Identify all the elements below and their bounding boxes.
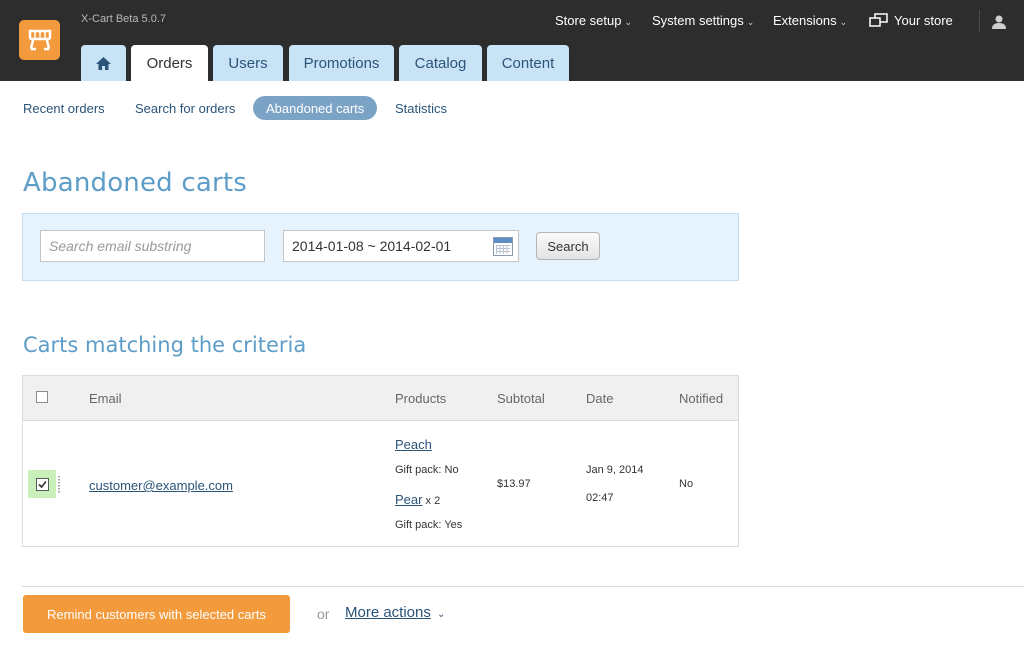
select-all-checkbox[interactable]: [36, 391, 48, 403]
or-separator: or: [317, 606, 330, 622]
calendar-icon[interactable]: [493, 237, 513, 256]
tab-promotions[interactable]: Promotions: [289, 45, 394, 81]
chevron-down-icon: ⌄: [624, 17, 633, 27]
customer-email-link[interactable]: customer@example.com: [89, 478, 233, 493]
email-search-input[interactable]: Search email substring: [40, 230, 265, 262]
cart-time: 02:47: [586, 492, 614, 504]
more-actions-button[interactable]: More actions ⌄: [345, 604, 445, 621]
notified-status: No: [679, 478, 694, 490]
tab-users[interactable]: Users: [213, 45, 283, 81]
product-quantity: x 2: [425, 495, 441, 507]
cart-date: Jan 9, 2014: [586, 464, 644, 476]
product-option: Gift pack: Yes: [395, 519, 463, 531]
subnav-abandoned-carts[interactable]: Abandoned carts: [253, 96, 378, 120]
subnav-statistics[interactable]: Statistics: [395, 96, 447, 120]
tab-catalog[interactable]: Catalog: [399, 45, 482, 81]
footer-divider: [22, 586, 1024, 587]
tab-home[interactable]: [81, 45, 126, 81]
product-option: Gift pack: No: [395, 464, 459, 476]
cart-subtotal: $13.97: [497, 478, 531, 490]
column-date: Date: [586, 391, 614, 406]
drag-handle-icon[interactable]: [58, 476, 60, 494]
more-actions-label: More actions: [345, 604, 431, 621]
search-panel: Search email substring 2014-01-08 ~ 2014…: [22, 213, 739, 281]
page-title: Abandoned carts: [23, 168, 248, 198]
nav-store-setup[interactable]: Store setup ⌄: [555, 13, 632, 31]
header-divider: [979, 10, 980, 32]
product-link-peach[interactable]: Peach: [395, 437, 432, 452]
search-button[interactable]: Search: [536, 232, 600, 260]
row-select-area: [28, 470, 56, 498]
app-version: X-Cart Beta 5.0.7: [81, 13, 166, 25]
chevron-down-icon: ⌄: [839, 17, 848, 27]
product-line-pear: Pear x 2: [395, 492, 440, 507]
carts-table: Email Products Subtotal Date Notified cu…: [22, 375, 739, 547]
date-range-input[interactable]: 2014-01-08 ~ 2014-02-01: [283, 230, 519, 262]
table-header: Email Products Subtotal Date Notified: [23, 376, 738, 421]
external-window-icon: [869, 13, 888, 27]
column-email: Email: [89, 391, 122, 406]
user-account-button[interactable]: [991, 14, 1007, 35]
nav-system-settings-label: System settings: [652, 13, 744, 28]
product-link-pear[interactable]: Pear: [395, 492, 422, 507]
checkmark-icon: [38, 480, 47, 489]
column-products: Products: [395, 391, 447, 406]
chevron-down-icon: ⌄: [746, 17, 755, 27]
nav-extensions-label: Extensions: [773, 13, 837, 28]
subnav-recent-orders[interactable]: Recent orders: [23, 96, 105, 120]
results-section-title: Carts matching the criteria: [23, 333, 307, 357]
nav-extensions[interactable]: Extensions ⌄: [773, 13, 847, 31]
date-range-value: 2014-01-08 ~ 2014-02-01: [292, 238, 452, 254]
nav-system-settings[interactable]: System settings ⌄: [652, 13, 754, 31]
nav-your-store[interactable]: Your store: [869, 13, 953, 31]
top-header: X-Cart Beta 5.0.7 Store setup ⌄ System se…: [0, 0, 1024, 82]
column-notified: Notified: [679, 391, 724, 406]
home-icon: [96, 56, 111, 70]
nav-your-store-label: Your store: [894, 13, 953, 28]
user-icon: [992, 15, 1006, 29]
xcart-logo[interactable]: [19, 20, 60, 60]
row-checkbox[interactable]: [36, 478, 49, 491]
remind-customers-button[interactable]: Remind customers with selected carts: [23, 595, 290, 633]
nav-store-setup-label: Store setup: [555, 13, 622, 28]
subnav-search-for-orders[interactable]: Search for orders: [135, 96, 235, 120]
tab-content[interactable]: Content: [487, 45, 569, 81]
tab-orders[interactable]: Orders: [131, 45, 208, 82]
cart-logo-icon: [28, 29, 51, 51]
column-subtotal: Subtotal: [497, 391, 545, 406]
chevron-down-icon: ⌄: [437, 609, 446, 620]
